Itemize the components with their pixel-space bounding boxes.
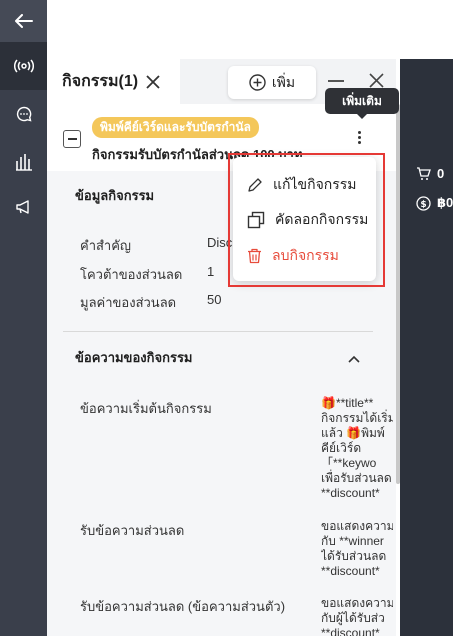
tab-activities[interactable]: กิจกรรม(1) bbox=[47, 59, 180, 104]
keyword-label: คำสำคัญ bbox=[80, 238, 132, 253]
close-icon[interactable] bbox=[146, 74, 160, 89]
close-icon bbox=[369, 73, 384, 88]
rail-item-broadcast[interactable] bbox=[0, 42, 47, 90]
store-chart-icon bbox=[15, 154, 32, 171]
panel-title: กิจกรรม(1) bbox=[62, 73, 139, 90]
megaphone-icon bbox=[15, 200, 29, 214]
message-section-title: ข้อความของกิจกรรม bbox=[75, 350, 193, 365]
start-message-value: 🎁**title** กิจกรรมได้เริ่ม แล้ว 🎁พิมพ์ ค… bbox=[321, 396, 393, 500]
add-activity-button[interactable]: เพิ่ม bbox=[228, 66, 316, 99]
add-label: เพิ่ม bbox=[271, 73, 296, 90]
rail-item-marketing[interactable] bbox=[0, 183, 47, 231]
info-section-title: ข้อมูลกิจกรรม bbox=[75, 188, 155, 203]
rail-item-store[interactable] bbox=[0, 138, 47, 186]
coin-icon: $ bbox=[416, 195, 431, 211]
svg-text:$: $ bbox=[420, 200, 426, 210]
cart-icon bbox=[417, 166, 431, 180]
quota-label: โควต้าของส่วนลด bbox=[80, 267, 183, 282]
chevron-up-icon bbox=[348, 355, 360, 363]
arrow-left-icon bbox=[14, 14, 33, 28]
highlight-box bbox=[228, 153, 385, 287]
chat-bubble-icon bbox=[16, 106, 31, 122]
activity-checkbox[interactable] bbox=[63, 130, 81, 148]
coin-balance[interactable]: $ ฿0 bbox=[416, 195, 453, 211]
minimize-button[interactable] bbox=[328, 80, 344, 82]
collapse-button[interactable] bbox=[348, 350, 360, 368]
private-message-label: รับข้อความส่วนลด (ข้อความส่วนตัว) bbox=[80, 599, 286, 614]
broadcast-icon bbox=[13, 59, 34, 73]
coin-amount: ฿0 bbox=[437, 195, 453, 210]
more-options-button[interactable] bbox=[358, 131, 361, 144]
start-message-label: ข้อความเริ่มต้นกิจกรรม bbox=[80, 401, 212, 416]
discount-value-label: มูลค่าของส่วนลด bbox=[80, 295, 177, 310]
more-tooltip: เพิ่มเติม bbox=[325, 88, 399, 114]
cart-counter[interactable]: 0 bbox=[416, 166, 444, 181]
activity-type-tag: พิมพ์คีย์เวิร์ดและรับบัตรกำนัล bbox=[92, 117, 259, 138]
back-button[interactable] bbox=[0, 0, 47, 42]
discount-value: 50 bbox=[207, 292, 222, 307]
plus-circle-icon bbox=[249, 74, 266, 91]
receive-message-label: รับข้อความส่วนลด bbox=[80, 523, 185, 538]
right-dark-panel bbox=[400, 59, 453, 636]
panel-scrollbar[interactable] bbox=[396, 104, 400, 484]
section-divider bbox=[63, 331, 373, 332]
tooltip-arrow bbox=[356, 113, 368, 119]
rail-item-chat[interactable] bbox=[0, 90, 47, 138]
receive-message-value: ขอแสดงความ กับ **winner ได้รับส่วนลด **d… bbox=[321, 519, 393, 578]
quota-value: 1 bbox=[207, 264, 215, 279]
cart-count: 0 bbox=[437, 166, 445, 181]
private-message-value: ขอแสดงความ กับผู้ได้รับส่ว **discount* bbox=[321, 596, 393, 636]
